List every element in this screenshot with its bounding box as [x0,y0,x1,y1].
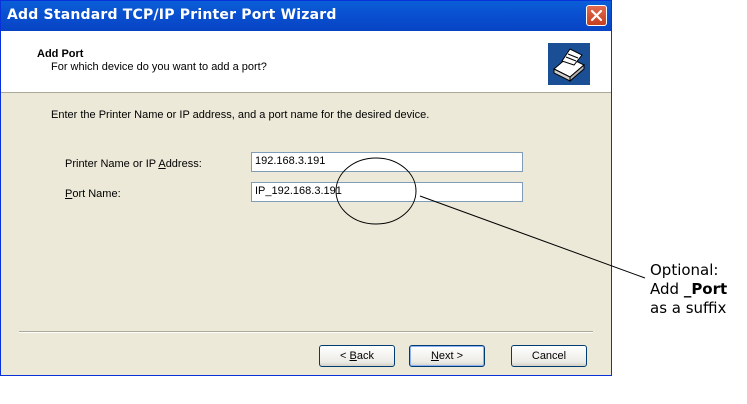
annotation-overlay [335,157,646,279]
callout-line2: Add _Port [650,280,728,298]
callout-line1: Optional: [650,261,719,279]
callout-line3: as a suffix [650,299,727,317]
highlight-circle [335,157,417,225]
callout-line [419,195,646,279]
